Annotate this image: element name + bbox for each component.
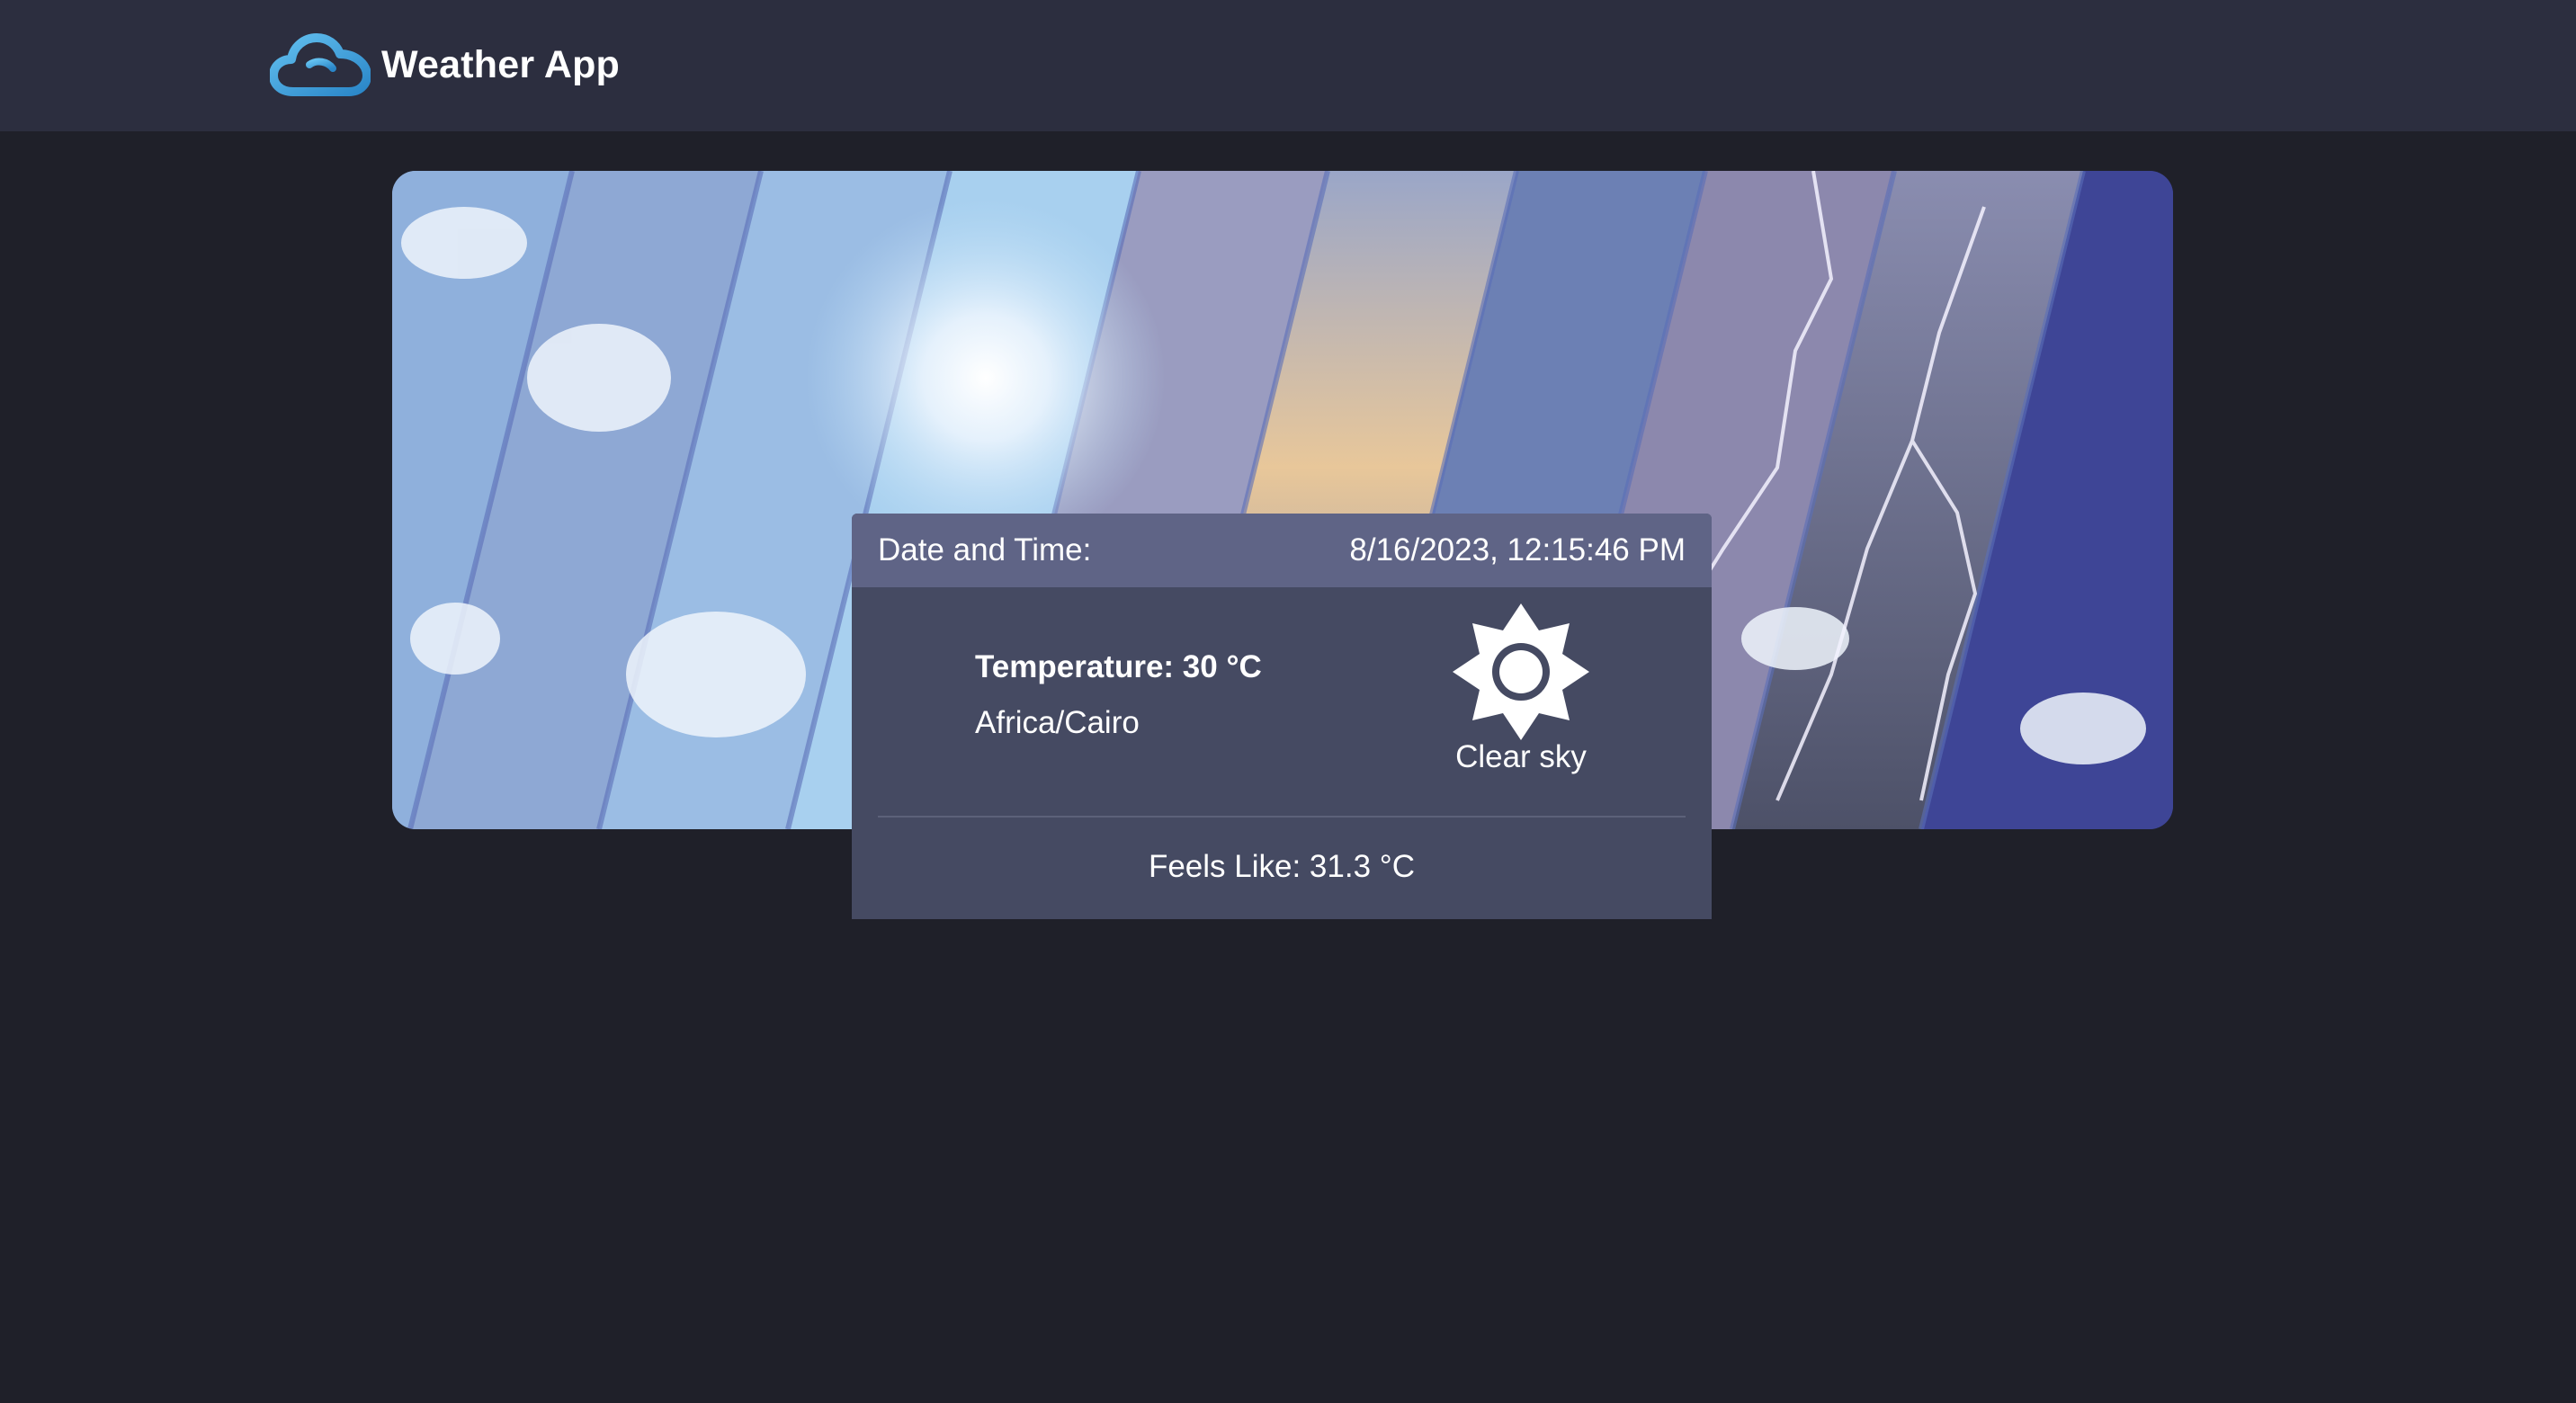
brand-title: Weather App (381, 42, 621, 86)
cloud-icon (270, 33, 371, 96)
timezone-text: Africa/Cairo (975, 705, 1140, 740)
card-divider (878, 816, 1686, 818)
brand-link[interactable]: Weather App (270, 31, 620, 99)
navbar: Weather App (0, 0, 2576, 131)
feels-like-text: Feels Like: 31.3 °C (1148, 849, 1416, 884)
card-header: Date and Time: 8/16/2023, 12:15:46 PM (852, 514, 1712, 587)
sun-icon (1453, 603, 1589, 740)
date-time-value: 8/16/2023, 12:15:46 PM (1349, 532, 1686, 567)
condition-text: Clear sky (1455, 739, 1587, 774)
temperature-text: Temperature: 30 °C (975, 649, 1262, 684)
date-time-label: Date and Time: (878, 532, 1092, 567)
weather-card: Date and Time: 8/16/2023, 12:15:46 PM Te… (852, 514, 1712, 919)
